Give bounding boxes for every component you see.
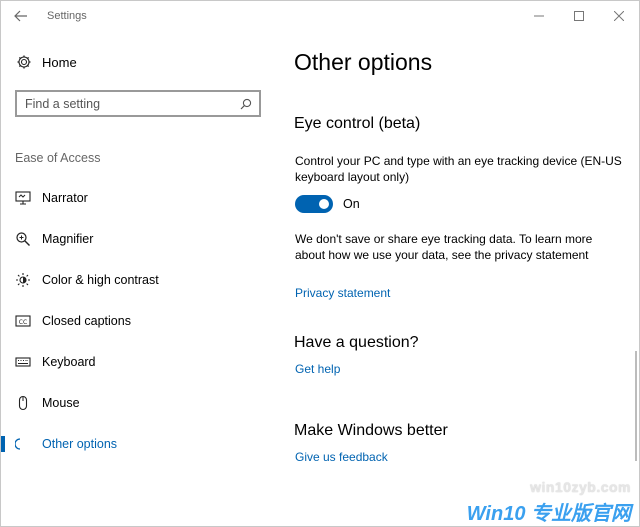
search-icon[interactable] — [233, 92, 259, 115]
search-box[interactable] — [15, 90, 261, 117]
back-button[interactable] — [1, 1, 41, 31]
sidebar-item-closed-captions[interactable]: CC Closed captions — [1, 300, 273, 341]
sidebar-item-label: Keyboard — [42, 354, 96, 369]
sidebar: Home Ease of Access — [1, 31, 273, 526]
nav-home[interactable]: Home — [15, 53, 77, 71]
question-heading: Have a question? — [294, 334, 419, 351]
eye-control-heading: Eye control (beta) — [294, 115, 421, 132]
make-windows-better-heading: Make Windows better — [294, 422, 448, 439]
maximize-button[interactable] — [559, 1, 599, 31]
window-controls — [519, 1, 639, 31]
toggle-state-label: On — [343, 197, 360, 211]
main-content: Other options Eye control (beta) Control… — [294, 31, 634, 526]
window-title: Settings — [47, 10, 87, 22]
sidebar-item-other-options[interactable]: Other options — [1, 423, 273, 464]
eye-control-toggle[interactable] — [295, 195, 333, 213]
sidebar-item-narrator[interactable]: Narrator — [1, 177, 273, 218]
selection-indicator — [1, 436, 5, 452]
search-input[interactable] — [17, 92, 233, 115]
magnifier-icon — [15, 231, 31, 247]
sidebar-item-label: Magnifier — [42, 231, 94, 246]
watermark-brand: Win10 专业版官网 — [466, 503, 631, 525]
scrollbar[interactable] — [635, 351, 637, 461]
section-label: Ease of Access — [15, 151, 101, 165]
sidebar-item-magnifier[interactable]: Magnifier — [1, 218, 273, 259]
minimize-button[interactable] — [519, 1, 559, 31]
mouse-icon — [15, 395, 31, 411]
toggle-knob — [319, 199, 329, 209]
minimize-icon — [534, 15, 544, 17]
eye-control-description: Control your PC and type with an eye tra… — [295, 154, 622, 184]
get-help-link[interactable]: Get help — [295, 362, 340, 376]
sidebar-item-label: Closed captions — [42, 313, 131, 328]
svg-text:CC: CC — [19, 319, 27, 326]
color-contrast-icon — [15, 272, 31, 288]
give-feedback-link[interactable]: Give us feedback — [295, 450, 388, 464]
sidebar-item-mouse[interactable]: Mouse — [1, 382, 273, 423]
sidebar-item-label: Other options — [42, 436, 118, 451]
sidebar-item-label: Mouse — [42, 395, 80, 410]
nav-list: Narrator Magnifier Color & high contrast… — [1, 177, 273, 464]
closed-captions-icon: CC — [15, 313, 31, 329]
gear-icon — [15, 53, 33, 71]
keyboard-icon — [15, 354, 31, 370]
other-options-icon — [15, 436, 31, 452]
sidebar-item-keyboard[interactable]: Keyboard — [1, 341, 273, 382]
close-icon — [614, 11, 624, 21]
watermark-url: win10zyb.com — [530, 479, 631, 495]
maximize-icon — [574, 11, 584, 21]
close-button[interactable] — [599, 1, 639, 31]
sidebar-item-color-contrast[interactable]: Color & high contrast — [1, 259, 273, 300]
title-bar: Settings — [1, 1, 639, 31]
nav-home-label: Home — [42, 54, 77, 70]
settings-window: Settings Home Find a setting Ease of Acc… — [0, 0, 640, 527]
privacy-text: We don't save or share eye tracking data… — [295, 232, 593, 262]
sidebar-item-label: Color & high contrast — [42, 272, 159, 287]
eye-control-toggle-row: On — [295, 195, 360, 213]
privacy-statement-link[interactable]: Privacy statement — [295, 286, 390, 300]
back-arrow-icon — [14, 10, 27, 22]
narrator-icon — [15, 190, 31, 206]
sidebar-item-label: Narrator — [42, 190, 88, 205]
page-title: Other options — [294, 49, 433, 75]
